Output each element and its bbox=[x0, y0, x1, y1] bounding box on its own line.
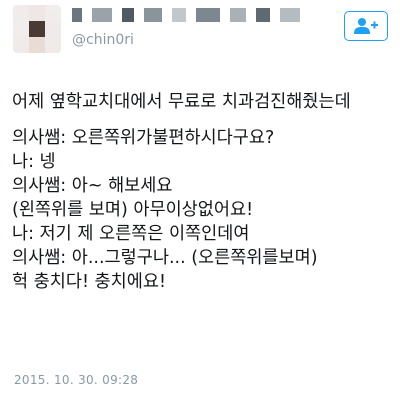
follow-button[interactable] bbox=[344, 11, 388, 41]
censor-block bbox=[196, 8, 220, 22]
avatar-pixel bbox=[13, 21, 29, 37]
censor-block bbox=[172, 8, 186, 22]
tweet-line: 의사쌤: 아~ 해보세요 bbox=[12, 176, 173, 196]
tweet-line: (왼쪽위를 보며) 아무이상없어요! bbox=[12, 200, 254, 220]
avatar-pixel bbox=[29, 5, 45, 21]
tweet-line: 의사쌤: 오른쪽위가불편하시다구요? bbox=[12, 128, 275, 148]
tweet-line: 헉 충치다! 충치에요! bbox=[12, 272, 166, 292]
avatar[interactable] bbox=[13, 5, 61, 53]
censor-block bbox=[144, 8, 162, 22]
avatar-pixel bbox=[29, 37, 45, 53]
censor-block bbox=[256, 8, 270, 22]
avatar-pixel bbox=[13, 5, 29, 21]
add-user-icon bbox=[354, 18, 378, 34]
tweet-text: 어제 옆학교치대에서 무료로 치과검진해줬는데 의사쌤: 오른쪽위가불편하시다구… bbox=[12, 90, 394, 294]
user-handle[interactable]: @chin0ri bbox=[72, 32, 134, 48]
avatar-pixel bbox=[45, 21, 61, 37]
display-name-censored[interactable] bbox=[72, 8, 300, 22]
censor-block bbox=[280, 8, 300, 22]
censor-block bbox=[72, 8, 82, 22]
censor-block bbox=[122, 8, 134, 22]
tweet-line: 의사쌤: 아...그렇구나... (오른쪽위를보며) bbox=[12, 248, 318, 268]
avatar-pixel bbox=[29, 21, 45, 37]
tweet-timestamp[interactable]: 2015. 10. 30. 09:28 bbox=[14, 373, 138, 387]
censor-block bbox=[92, 8, 112, 22]
tweet-line: 어제 옆학교치대에서 무료로 치과검진해줬는데 bbox=[12, 92, 351, 112]
censor-block bbox=[230, 8, 246, 22]
tweet-line: 나: 저기 제 오른쪽은 이쪽인데여 bbox=[12, 224, 250, 244]
tweet-line: 나: 넹 bbox=[12, 152, 56, 172]
